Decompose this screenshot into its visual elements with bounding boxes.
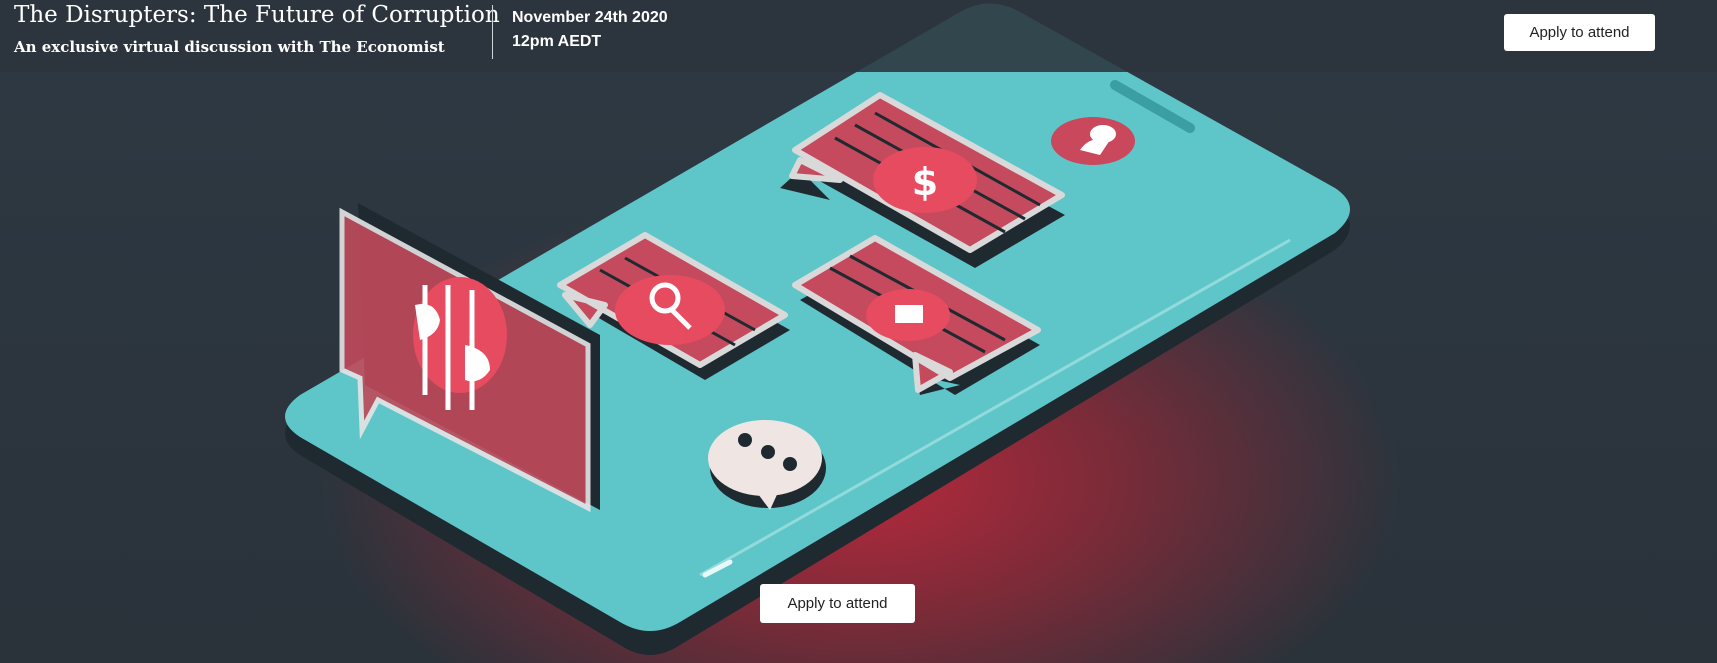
svg-text:$: $ [912, 160, 938, 204]
event-subtitle: An exclusive virtual discussion with The… [14, 38, 445, 56]
user-icon [1051, 117, 1135, 165]
hero-banner: $ The Disrupters: The Future of Corrupti… [0, 0, 1717, 663]
apply-to-attend-button-bottom[interactable]: Apply to attend [760, 584, 915, 623]
event-title: The Disrupters: The Future of Corruption [14, 2, 500, 28]
apply-to-attend-button-top[interactable]: Apply to attend [1504, 14, 1655, 51]
event-header-bar: The Disrupters: The Future of Corruption… [0, 0, 1717, 72]
phone-illustration: $ [285, 3, 1350, 655]
event-date: November 24th 2020 [512, 9, 668, 26]
header-divider [492, 5, 493, 59]
event-time: 12pm AEDT [512, 33, 602, 50]
